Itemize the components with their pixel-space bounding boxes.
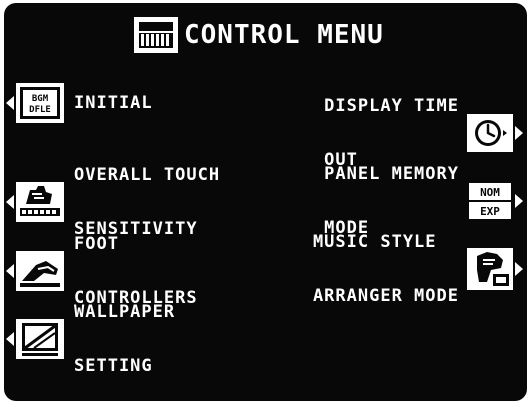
chevron-left-icon bbox=[6, 332, 14, 346]
menu-item-wallpaper-setting[interactable]: WALLPAPER SETTING bbox=[6, 267, 175, 401]
menu-item-label-line: ARRANGER MODE bbox=[312, 286, 459, 306]
menu-item-label-line: FOOT bbox=[74, 234, 119, 254]
control-menu-panel: CONTROL MENU BGM DFLE INITIAL OVERALL TO… bbox=[4, 3, 527, 401]
menu-item-label-line: DISPLAY TIME bbox=[324, 96, 459, 116]
menu-item-label-line: PANEL MEMORY bbox=[324, 164, 459, 184]
keyboard-icon bbox=[134, 17, 178, 53]
control-menu-screen: CONTROL MENU BGM DFLE INITIAL OVERALL TO… bbox=[0, 0, 532, 407]
page-title-text: CONTROL MENU bbox=[184, 20, 384, 50]
menu-item-label-line: INITIAL bbox=[74, 93, 153, 113]
page-title: CONTROL MENU bbox=[134, 15, 384, 55]
menu-item-music-style-arranger-mode[interactable]: MUSIC STYLE ARRANGER MODE bbox=[313, 197, 523, 341]
wallpaper-icon bbox=[16, 319, 64, 359]
initial-icon-line1: BGM bbox=[32, 94, 49, 104]
menu-item-label-line: OVERALL TOUCH bbox=[74, 165, 221, 185]
chevron-right-icon bbox=[515, 262, 523, 276]
menu-item-label-line: MUSIC STYLE bbox=[312, 232, 437, 252]
menu-item-label: MUSIC STYLE ARRANGER MODE bbox=[313, 197, 459, 341]
menu-item-label: WALLPAPER SETTING bbox=[74, 267, 175, 401]
menu-item-label-line: WALLPAPER bbox=[74, 302, 176, 322]
initial-icon: BGM DFLE bbox=[16, 83, 64, 123]
initial-icon-line2: DFLE bbox=[29, 105, 51, 115]
menu-item-label-line: SETTING bbox=[74, 356, 153, 376]
chevron-left-icon bbox=[6, 96, 14, 110]
arranger-hand-icon bbox=[467, 248, 513, 290]
